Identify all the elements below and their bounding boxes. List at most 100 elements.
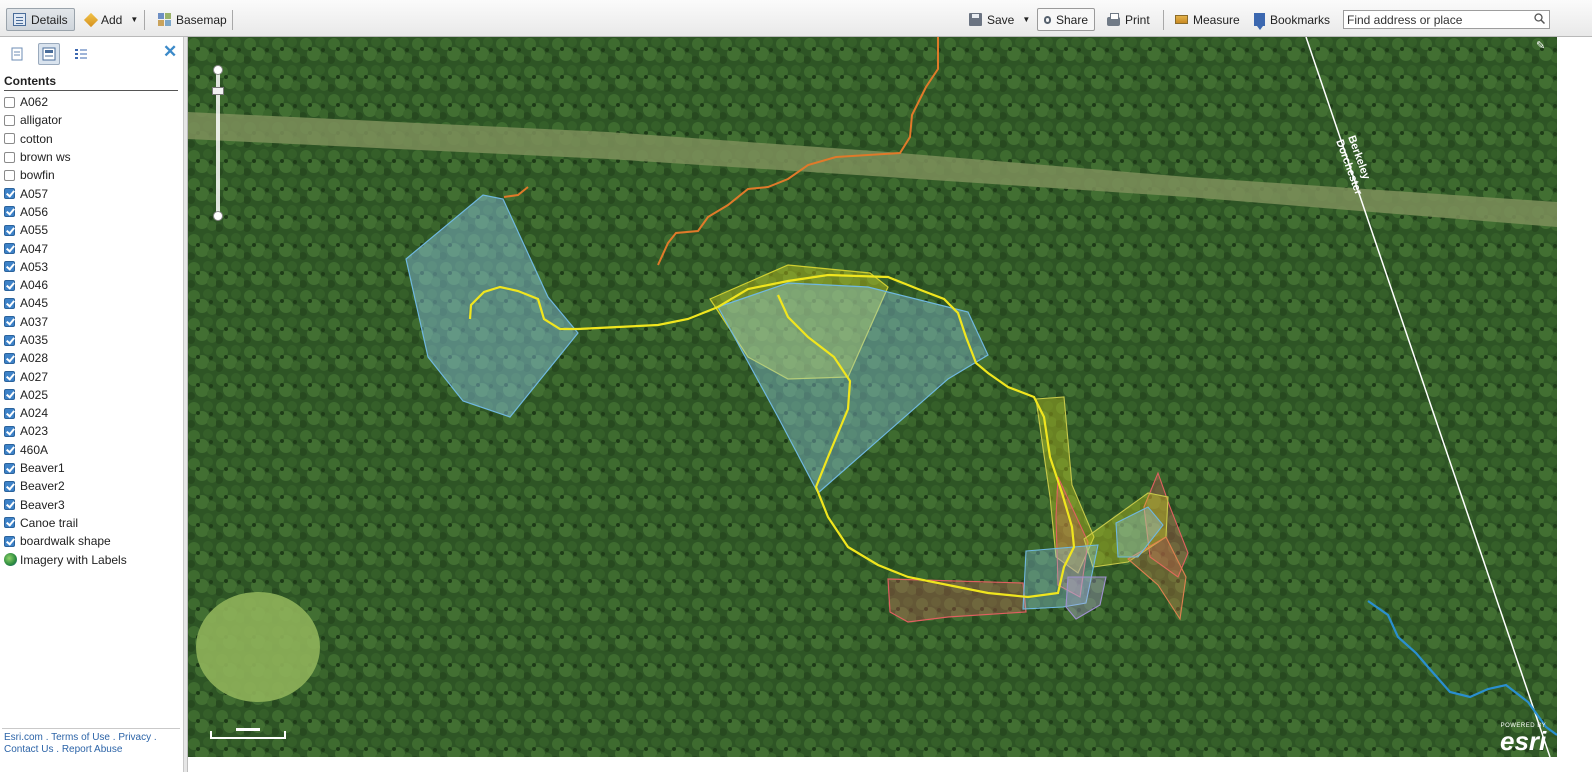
footer-divider [2,728,180,729]
layer-item[interactable]: A056 [4,203,127,221]
layer-checkbox[interactable] [4,96,15,108]
layer-checkbox[interactable] [4,517,15,529]
layer-item[interactable]: A062 [4,93,127,111]
layer-item[interactable]: Beaver3 [4,496,127,514]
layer-label: A037 [20,314,49,329]
legend-icon [75,49,87,59]
layer-checkbox[interactable] [4,133,15,145]
main-toolbar: Details Add ▼ Basemap Save ▼ Share Print… [0,0,1592,37]
save-button[interactable]: Save ▼ [963,8,1036,31]
tab-contents[interactable] [38,43,60,65]
layer-item[interactable]: Beaver2 [4,477,127,495]
layer-label: Beaver3 [20,497,65,512]
terms-of-use-link[interactable]: Terms of Use [51,732,110,743]
privacy-link[interactable]: Privacy [118,732,151,743]
layer-checkbox[interactable] [4,261,15,273]
layer-item[interactable]: Canoe trail [4,514,127,532]
layer-checkbox[interactable] [4,462,15,474]
layer-item[interactable]: boardwalk shape [4,532,127,550]
layer-checkbox[interactable] [4,334,15,346]
layer-checkbox[interactable] [4,352,15,364]
layer-item[interactable]: A027 [4,367,127,385]
layer-item[interactable]: A046 [4,276,127,294]
layer-checkbox[interactable] [4,297,15,309]
layer-checkbox[interactable] [4,151,15,163]
layer-label: 460A [20,442,49,457]
footer-links: Esri.com . Terms of Use . Privacy . Cont… [4,732,180,756]
layer-checkbox[interactable] [4,407,15,419]
layer-item[interactable]: A037 [4,313,127,331]
layer-item[interactable]: Beaver1 [4,459,127,477]
layer-checkbox[interactable] [4,480,15,492]
layer-item[interactable]: A053 [4,258,127,276]
map-view[interactable]: Berkeley Dorchester POWERED BY esri ✎ [188,37,1557,757]
layer-checkbox[interactable] [4,389,15,401]
toolbar-divider [144,10,145,30]
layer-item[interactable]: A045 [4,294,127,312]
measure-button[interactable]: Measure [1169,8,1246,31]
layer-label: A046 [20,278,49,293]
basemap-button[interactable]: Basemap [152,8,233,31]
expand-icon[interactable]: ✎ [1536,39,1550,53]
zoom-in-icon[interactable] [213,65,223,75]
layer-item[interactable]: bowfin [4,166,127,184]
contact-us-link[interactable]: Contact Us [4,744,53,755]
layer-checkbox[interactable] [4,279,15,291]
toolbar-divider [1163,10,1164,30]
bookmarks-icon [1254,13,1265,30]
layer-checkbox[interactable] [4,224,15,236]
zoom-out-icon[interactable] [213,211,223,221]
print-label: Print [1125,12,1150,27]
layer-item[interactable]: A023 [4,422,127,440]
layer-item[interactable]: brown ws [4,148,127,166]
layer-checkbox[interactable] [4,243,15,255]
layer-item[interactable]: A047 [4,239,127,257]
layer-item[interactable]: cotton [4,130,127,148]
layer-item[interactable]: alligator [4,111,127,129]
layer-checkbox[interactable] [4,206,15,218]
layer-item[interactable]: A025 [4,386,127,404]
print-icon [1107,12,1120,26]
save-label: Save [987,12,1015,27]
layer-item[interactable]: A028 [4,349,127,367]
footer-separator: . [56,744,60,755]
tab-about[interactable] [6,43,28,65]
layer-checkbox[interactable] [4,499,15,511]
layer-checkbox[interactable] [4,535,15,547]
layer-checkbox[interactable] [4,316,15,328]
contents-icon [42,47,56,61]
report-abuse-link[interactable]: Report Abuse [62,744,123,755]
layer-label: A035 [20,333,49,347]
details-button[interactable]: Details [6,8,75,31]
layer-item[interactable]: A055 [4,221,127,239]
layer-item[interactable]: A035 [4,331,127,349]
layer-checkbox[interactable] [4,371,15,383]
layer-checkbox[interactable] [4,114,15,126]
zoom-slider[interactable] [212,65,224,221]
add-button[interactable]: Add ▼ [80,8,144,31]
bookmarks-button[interactable]: Bookmarks [1248,8,1336,31]
layer-checkbox[interactable] [4,188,15,200]
layer-label: A028 [20,351,49,366]
layer-label: A056 [20,204,49,219]
print-button[interactable]: Print [1101,8,1156,31]
close-icon[interactable]: ✕ [163,43,177,60]
esri-com-link[interactable]: Esri.com [4,732,43,743]
layer-checkbox[interactable] [4,169,15,181]
basemap-layer-item[interactable]: Imagery with Labels [4,550,127,568]
globe-icon [4,553,17,567]
add-icon [83,12,99,27]
tab-legend[interactable] [70,43,92,65]
layer-checkbox[interactable] [4,425,15,437]
search-input[interactable] [1344,11,1529,28]
share-button[interactable]: Share [1037,8,1095,31]
layer-label: A047 [20,241,49,256]
search-icon[interactable] [1534,13,1545,24]
layer-label: A057 [20,186,49,201]
layer-item[interactable]: A024 [4,404,127,422]
layer-checkbox[interactable] [4,444,15,456]
bottom-margin [188,757,1557,772]
zoom-thumb[interactable] [212,87,224,95]
layer-item[interactable]: 460A [4,441,127,459]
layer-item[interactable]: A057 [4,184,127,202]
